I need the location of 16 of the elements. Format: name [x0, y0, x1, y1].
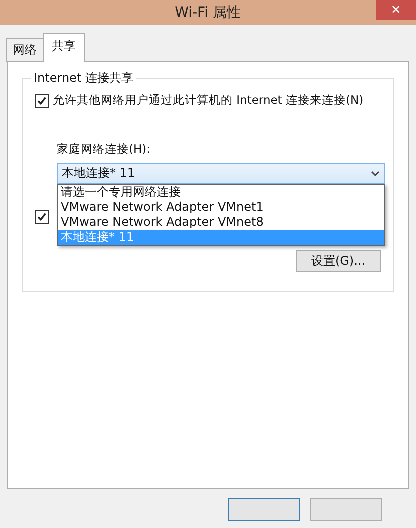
- dialog-button[interactable]: [228, 498, 300, 521]
- checkbox[interactable]: [35, 94, 49, 108]
- checkbox-label: 允许其他网络用户通过此计算机的 Internet 连接来连接(N): [53, 93, 364, 108]
- field-label: 家庭网络连接(H):: [57, 142, 152, 157]
- chevron-icon: [371, 170, 380, 176]
- tab[interactable]: 网络: [6, 38, 44, 62]
- close-button[interactable]: ✕: [376, 0, 416, 20]
- window-title: Wi-Fi 属性: [175, 4, 241, 22]
- dropdown[interactable]: 本地连接* 11: [57, 163, 385, 184]
- group-title: Internet 连接共享: [31, 70, 136, 87]
- dropdown-option[interactable]: 请选一个专用网络连接: [58, 185, 384, 200]
- tab[interactable]: 共享: [43, 33, 85, 62]
- checkbox[interactable]: [35, 210, 49, 224]
- dropdown-option[interactable]: VMware Network Adapter VMnet1: [58, 200, 384, 215]
- dropdown-option[interactable]: VMware Network Adapter VMnet8: [58, 215, 384, 230]
- settings-button[interactable]: 设置(G)...: [296, 250, 381, 272]
